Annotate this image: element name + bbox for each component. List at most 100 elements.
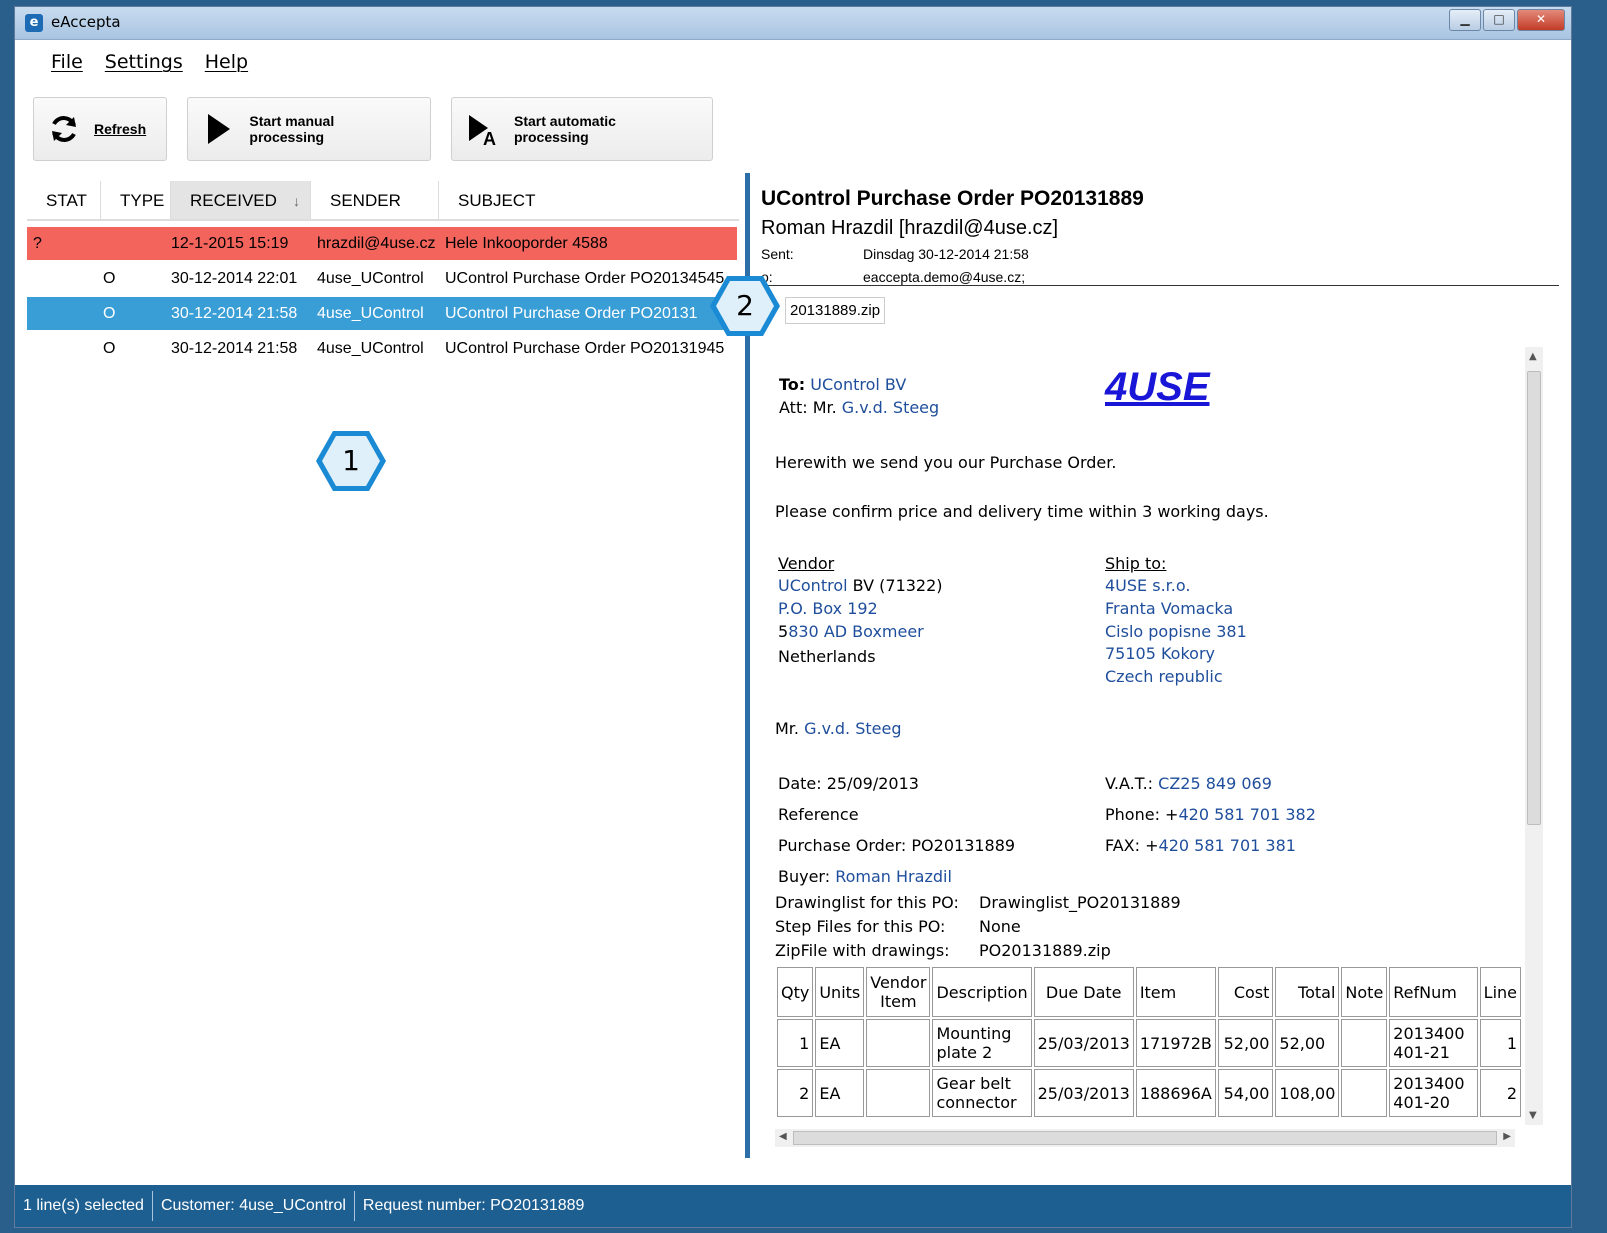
vendor-line-4: Netherlands <box>778 647 876 666</box>
vendor-line-2: P.O. Box 192 <box>778 599 878 618</box>
cell-cost: 52,00 <box>1217 1019 1274 1067</box>
menu-settings[interactable]: Settings <box>105 51 183 81</box>
4use-logo: 4USE <box>1105 365 1210 409</box>
mail-mr: Mr. G.v.d. Steeg <box>775 719 902 738</box>
cell-refnum: 2013400401-20 <box>1389 1069 1478 1117</box>
row-stat: ? <box>33 235 42 252</box>
column-subject[interactable]: SUBJECT <box>439 181 739 219</box>
automatic-label: Start automatic processing <box>514 113 616 145</box>
th-refnum: RefNum <box>1389 967 1478 1017</box>
preview-pane: UControl Purchase Order PO20131889 Roman… <box>755 173 1563 1158</box>
scroll-right-icon[interactable]: ▶ <box>1503 1131 1511 1142</box>
zipfile-value: PO20131889.zip <box>979 941 1111 960</box>
svg-text:A: A <box>483 129 496 146</box>
th-total: Total <box>1275 967 1340 1017</box>
column-received-label: RECEIVED <box>190 191 277 210</box>
row-type: O <box>103 340 116 357</box>
window-title: eAccepta <box>51 13 121 31</box>
refresh-button[interactable]: Refresh <box>33 97 167 161</box>
ship-line-2: Franta Vomacka <box>1105 599 1234 618</box>
column-received[interactable]: RECEIVED ↓ <box>171 181 311 219</box>
maximize-button[interactable]: □ <box>1483 9 1515 31</box>
cell-description: Mounting plate 2 <box>932 1019 1032 1067</box>
preview-subject: UControl Purchase Order PO20131889 <box>761 187 1144 210</box>
row-subject: Hele Inkooporder 4588 <box>445 235 608 252</box>
row-sender: 4use_UControl <box>317 340 424 357</box>
row-sender: 4use_UControl <box>317 270 424 287</box>
cell-description: Gear belt connector <box>932 1069 1032 1117</box>
po-reference: Reference <box>778 805 859 824</box>
scroll-up-icon[interactable]: ▲ <box>1529 351 1537 362</box>
minimize-button[interactable]: ▁ <box>1449 9 1481 31</box>
cell-item: 171972B <box>1135 1019 1216 1067</box>
table-row: 2 EA Gear belt connector 25/03/2013 1886… <box>777 1069 1521 1117</box>
sort-descending-icon: ↓ <box>293 193 300 209</box>
row-sender: 4use_UControl <box>317 305 424 322</box>
cell-due-date: 25/03/2013 <box>1033 1019 1134 1067</box>
start-automatic-processing-button[interactable]: A Start automatic processing <box>451 97 713 161</box>
cell-cost: 54,00 <box>1217 1069 1274 1117</box>
cell-refnum: 2013400401-21 <box>1389 1019 1478 1067</box>
cell-units: EA <box>815 1069 865 1117</box>
mail-line-1: Herewith we send you our Purchase Order. <box>775 453 1117 472</box>
refresh-label: Refresh <box>94 121 147 137</box>
vertical-scroll-thumb[interactable] <box>1527 371 1541 825</box>
cell-line: 1 <box>1479 1019 1521 1067</box>
vertical-scrollbar[interactable]: ▲ ▼ <box>1525 347 1543 1125</box>
cell-item: 188696A <box>1135 1069 1216 1117</box>
list-row[interactable]: ? 12-1-2015 15:19 hrazdil@4use.cz Hele I… <box>27 227 737 260</box>
preview-from: Roman Hrazdil [hrazdil@4use.cz] <box>761 217 1059 239</box>
th-note: Note <box>1341 967 1388 1017</box>
po-date: Date: 25/09/2013 <box>778 774 919 793</box>
th-due-date: Due Date <box>1033 967 1134 1017</box>
menu-help[interactable]: Help <box>205 51 248 81</box>
attachment-chip[interactable]: 20131889.zip <box>785 297 886 324</box>
row-received: 12-1-2015 15:19 <box>171 235 289 252</box>
row-subject: UControl Purchase Order PO20131945 <box>445 340 725 357</box>
horizontal-scroll-thumb[interactable] <box>793 1131 1497 1145</box>
row-sender: hrazdil@4use.cz <box>317 235 436 252</box>
po-number: Purchase Order: PO20131889 <box>778 836 1016 855</box>
row-received: 30-12-2014 22:01 <box>171 270 298 287</box>
th-line: Line <box>1479 967 1521 1017</box>
close-button[interactable]: ✕ <box>1517 9 1565 31</box>
column-sender[interactable]: SENDER <box>311 181 439 219</box>
callout-badge-2: 2 <box>707 273 783 339</box>
list-row[interactable]: O 30-12-2014 21:58 4use_UControl UContro… <box>27 332 737 365</box>
scroll-down-icon[interactable]: ▼ <box>1529 1110 1537 1121</box>
scroll-left-icon[interactable]: ◀ <box>779 1131 787 1142</box>
th-units: Units <box>815 967 865 1017</box>
callout-number-2: 2 <box>736 289 754 322</box>
cell-total: 108,00 <box>1275 1069 1340 1117</box>
cell-vendor-item <box>866 1019 931 1067</box>
column-stat[interactable]: STAT <box>27 181 101 219</box>
zipfile-label: ZipFile with drawings: <box>775 941 950 960</box>
status-request-number: Request number: PO20131889 <box>362 1197 585 1214</box>
th-vendor-item: Vendor Item <box>866 967 931 1017</box>
toolbar: Refresh Start manual processing A Start … <box>33 97 713 161</box>
ship-line-4: 75105 Kokory <box>1105 644 1215 663</box>
drawinglist-value: Drawinglist_PO20131889 <box>979 893 1181 912</box>
start-manual-processing-button[interactable]: Start manual processing <box>187 97 431 161</box>
preview-to-value: eaccepta.demo@4use.cz; <box>863 269 1026 285</box>
horizontal-scrollbar[interactable]: ◀ ▶ <box>775 1129 1515 1147</box>
column-type[interactable]: TYPE <box>101 181 171 219</box>
mail-to: To: UControl BV <box>779 375 907 394</box>
list-row[interactable]: O 30-12-2014 22:01 4use_UControl UContro… <box>27 262 737 295</box>
row-type: O <box>103 270 116 287</box>
cell-total: 52,00 <box>1275 1019 1340 1067</box>
table-row: 1 EA Mounting plate 2 25/03/2013 171972B… <box>777 1019 1521 1067</box>
cell-units: EA <box>815 1019 865 1067</box>
list-row-selected[interactable]: O 30-12-2014 21:58 4use_UControl UContro… <box>27 297 737 330</box>
message-list: STAT TYPE RECEIVED ↓ SENDER SUBJECT ? 12… <box>27 181 739 1156</box>
th-item: Item <box>1135 967 1216 1017</box>
status-customer: Customer: 4use_UControl <box>153 1191 355 1221</box>
th-description: Description <box>932 967 1032 1017</box>
app-logo-icon: e <box>25 14 43 32</box>
po-phone: Phone: +420 581 701 382 <box>1105 805 1316 824</box>
menu-file[interactable]: File <box>51 51 83 81</box>
cell-note <box>1341 1069 1388 1117</box>
row-received: 30-12-2014 21:58 <box>171 305 298 322</box>
po-fax: FAX: +420 581 701 381 <box>1105 836 1296 855</box>
mail-att: Att: Mr. G.v.d. Steeg <box>779 398 940 417</box>
